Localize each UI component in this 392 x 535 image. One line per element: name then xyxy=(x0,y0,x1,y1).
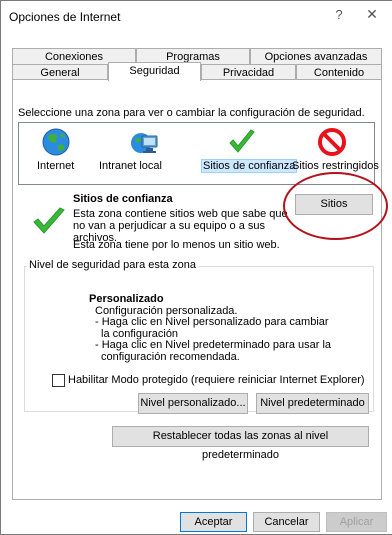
protected-mode-checkbox[interactable] xyxy=(52,374,65,387)
security-level-line: - Haga clic en Nivel predeterminado para… xyxy=(95,339,332,352)
tab-opciones-avanzadas[interactable]: Opciones avanzadas xyxy=(250,48,382,65)
zone-intranet-local-label: Intranet local xyxy=(99,160,162,172)
checkmark-icon xyxy=(229,129,255,153)
blocked-icon xyxy=(318,128,346,156)
zone-caption: Seleccione una zona para ver o cambiar l… xyxy=(18,107,365,119)
zone-sitios-de-confianza-label: Sitios de confianza xyxy=(201,159,298,173)
tab-seguridad[interactable]: Seguridad xyxy=(108,62,201,81)
selected-zone-note: Esta zona tiene por lo menos un sitio we… xyxy=(73,239,280,251)
zone-internet[interactable]: Internet xyxy=(19,123,89,183)
zone-sitios-de-confianza[interactable]: Sitios de confianza xyxy=(193,123,298,183)
custom-level-button[interactable]: Nivel personalizado... xyxy=(138,393,248,414)
security-level-title: Personalizado xyxy=(89,293,164,305)
globe-icon xyxy=(42,128,70,156)
security-level-line: configuración recomendada. xyxy=(101,350,240,363)
protected-mode-label: Habilitar Modo protegido (requiere reini… xyxy=(68,374,365,386)
default-level-button[interactable]: Nivel predeterminado xyxy=(256,393,369,414)
zone-internet-label: Internet xyxy=(37,160,75,172)
annotation-circle xyxy=(283,172,388,240)
window-title: Opciones de Internet xyxy=(9,10,121,24)
help-button[interactable]: ? xyxy=(331,7,347,22)
trusted-checkmark-icon xyxy=(33,207,65,234)
security-level-legend: Nivel de seguridad para esta zona xyxy=(27,259,198,271)
selected-zone-title: Sitios de confianza xyxy=(73,193,173,205)
apply-button[interactable]: Aplicar xyxy=(326,512,387,532)
accept-button[interactable]: Aceptar xyxy=(180,512,247,532)
zone-sitios-restringidos-label: Sitios restringidos xyxy=(292,160,379,172)
security-level-description: Configuración personalizada. - Haga clic… xyxy=(95,305,332,363)
cancel-button[interactable]: Cancelar xyxy=(253,512,320,532)
intranet-icon xyxy=(131,133,158,153)
title-bar: Opciones de Internet ? ✕ xyxy=(1,1,392,31)
reset-all-zones-button[interactable]: Restablecer todas las zonas al nivel pre… xyxy=(112,426,369,461)
close-button[interactable]: ✕ xyxy=(363,6,381,23)
zone-intranet-local[interactable]: Intranet local xyxy=(89,123,193,183)
